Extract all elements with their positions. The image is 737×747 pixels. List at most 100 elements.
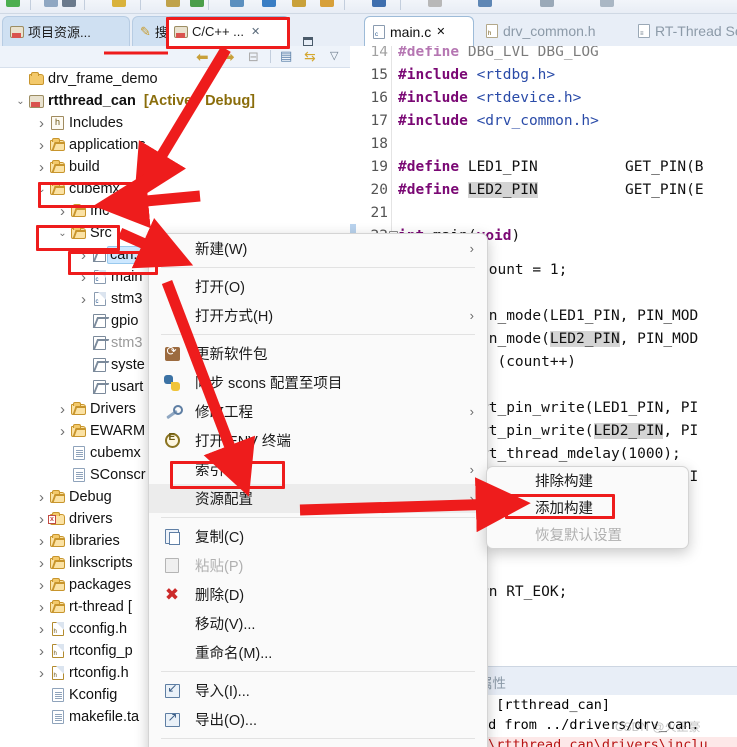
python-icon [163, 374, 181, 392]
chevron-right-icon[interactable]: › [35, 511, 48, 528]
tree-item-build[interactable]: › build [0, 156, 350, 178]
collapse-all-icon[interactable]: ⊟ [248, 49, 259, 65]
chevron-right-icon[interactable]: › [77, 247, 90, 264]
chevron-right-icon[interactable]: › [56, 401, 69, 418]
plain-file-icon [51, 710, 64, 724]
link-with-editor-icon[interactable]: ▤ [280, 48, 292, 64]
close-icon[interactable]: ✕ [251, 25, 260, 38]
folder-src-icon [71, 203, 86, 217]
resource-config-submenu[interactable]: 排除构建 添加构建 恢复默认设置 [486, 466, 689, 549]
menu-item-o[interactable]: 导出(O)... [149, 705, 487, 734]
tree-item-icon [48, 599, 67, 613]
folder-src-icon [50, 489, 65, 503]
editor-tab-drv-common-h[interactable]: h drv_common.h [478, 16, 628, 46]
line-text: rn RT_EOK; [480, 583, 568, 600]
plain-file-icon [72, 468, 85, 482]
toolbar-icon-package[interactable] [320, 0, 334, 7]
submenu-item-label: 排除构建 [535, 474, 593, 490]
menu-item-[interactable]: 更新软件包 [149, 339, 487, 368]
menu-item-env[interactable]: 打开 ENV 终端 [149, 426, 487, 455]
tree-item-label: makefile.ta [69, 709, 140, 725]
c-source-icon: c [93, 270, 106, 284]
toolbar-icon-debug[interactable] [166, 0, 180, 7]
chevron-right-icon[interactable]: › [35, 643, 48, 660]
menu-item-w[interactable]: 新建(W) › [149, 234, 487, 263]
toolbar-icon-save-all[interactable] [62, 0, 76, 7]
chevron-right-icon[interactable]: › [56, 423, 69, 440]
toolbar-icon-download[interactable] [230, 0, 244, 7]
toolbar-icon-sync[interactable] [292, 0, 306, 7]
submenu-item-[interactable]: 排除构建 [487, 467, 688, 494]
chevron-right-icon[interactable]: › [77, 269, 90, 286]
menu-item-d[interactable]: ✖ 删除(D) [149, 580, 487, 609]
menu-separator [161, 517, 475, 518]
chevron-right-icon[interactable]: › [35, 621, 48, 638]
tree-item-label: drivers [69, 511, 113, 527]
back-arrow-icon[interactable]: ⬅ [196, 48, 209, 66]
chevron-right-icon[interactable]: › [77, 291, 90, 308]
toolbar-icon-perspective[interactable] [478, 0, 492, 7]
chevron-right-icon[interactable]: › [35, 555, 48, 572]
menu-item-c[interactable]: 复制(C) [149, 522, 487, 551]
tree-item-cubemx[interactable]: ⌄ cubemx [0, 178, 350, 200]
tree-item-drv_frame_demo[interactable]: drv_frame_demo [0, 68, 350, 90]
tree-item-icon [48, 489, 67, 503]
menu-item-o[interactable]: 打开(O) [149, 272, 487, 301]
line-number: 20 [370, 181, 388, 198]
editor-tab-main-c[interactable]: c main.c ✕ [364, 16, 474, 46]
tree-item-inc[interactable]: › Inc [0, 200, 350, 222]
view-menu-icon[interactable]: ▽ [330, 49, 338, 62]
menu-item-i[interactable]: 导入(I)... [149, 676, 487, 705]
menu-item-[interactable]: 修改工程 › [149, 397, 487, 426]
chevron-right-icon[interactable]: › [35, 489, 48, 506]
menu-item-h[interactable]: 打开方式(H) › [149, 301, 487, 330]
toolbar-icon-terminal[interactable] [262, 0, 276, 7]
forward-arrow-icon[interactable]: ➡ [222, 48, 235, 66]
editor-tab-rt-thread-settings[interactable]: ≡ RT-Thread Se [630, 16, 737, 46]
view-tab-c-cpp[interactable]: C/C++ ... ✕ [166, 16, 290, 46]
chevron-down-icon[interactable]: ⌄ [56, 228, 69, 239]
view-tab-project-explorer[interactable]: 项目资源... [2, 16, 130, 46]
tree-item-rtthread_can[interactable]: ⌄ rtthread_can [Active - Debug] [0, 90, 350, 112]
chevron-right-icon[interactable]: › [35, 599, 48, 616]
chevron-down-icon[interactable]: ⌄ [35, 184, 48, 195]
toolbar-icon-search[interactable] [372, 0, 386, 7]
toolbar-icon-new[interactable] [6, 0, 20, 7]
chevron-right-icon[interactable]: › [35, 577, 48, 594]
toolbar-icon-next-annotation[interactable] [428, 0, 442, 7]
toolbar-icon-save[interactable] [44, 0, 58, 7]
menu-item-v[interactable]: 移动(V)... [149, 609, 487, 638]
main-toolbar-strip[interactable] [0, 0, 737, 14]
menu-item-scons[interactable]: 同步 scons 配置至项目 [149, 368, 487, 397]
chevron-right-icon[interactable]: › [35, 159, 48, 176]
menu-item-f[interactable]: ⟲刷新(F) [149, 743, 487, 747]
chevron-right-icon[interactable]: › [35, 665, 48, 682]
context-menu[interactable]: 新建(W) › 打开(O) 打开方式(H) › 更新软件包同步 scons 配置至项目修改… [148, 233, 488, 747]
menu-item-m[interactable]: 重命名(M)... [149, 638, 487, 667]
tree-item-label: can.c [107, 246, 149, 264]
chevron-down-icon[interactable]: ⌄ [14, 96, 27, 107]
tree-item-label: build [69, 159, 100, 175]
line-text: #define LED1_PIN GET_PIN(B [398, 158, 704, 175]
tree-item-includes[interactable]: › Includes [0, 112, 350, 134]
menu-item-[interactable]: 索引 › [149, 455, 487, 484]
folder-src-icon [50, 181, 65, 195]
chevron-right-icon[interactable]: › [56, 203, 69, 220]
chevron-right-icon[interactable]: › [35, 137, 48, 154]
toolbar-icon-run[interactable] [190, 0, 204, 7]
tree-item-icon [69, 468, 88, 482]
toolbar-icon-history[interactable] [540, 0, 554, 7]
filter-icon[interactable]: ⇆ [304, 48, 316, 65]
chevron-right-icon[interactable]: › [35, 115, 48, 132]
submenu-item-[interactable]: 添加构建 [487, 494, 688, 521]
close-icon[interactable]: ✕ [436, 25, 445, 38]
tree-item-label: cubemx [90, 445, 141, 461]
tree-item-icon [69, 423, 88, 437]
tree-item-label: Debug [69, 489, 112, 505]
chevron-right-icon: › [469, 462, 474, 477]
menu-item-[interactable]: 资源配置 › [149, 484, 487, 513]
tree-item-applications[interactable]: › applications [0, 134, 350, 156]
chevron-right-icon[interactable]: › [35, 533, 48, 550]
toolbar-icon-more[interactable] [600, 0, 614, 7]
toolbar-icon-build[interactable] [112, 0, 126, 7]
